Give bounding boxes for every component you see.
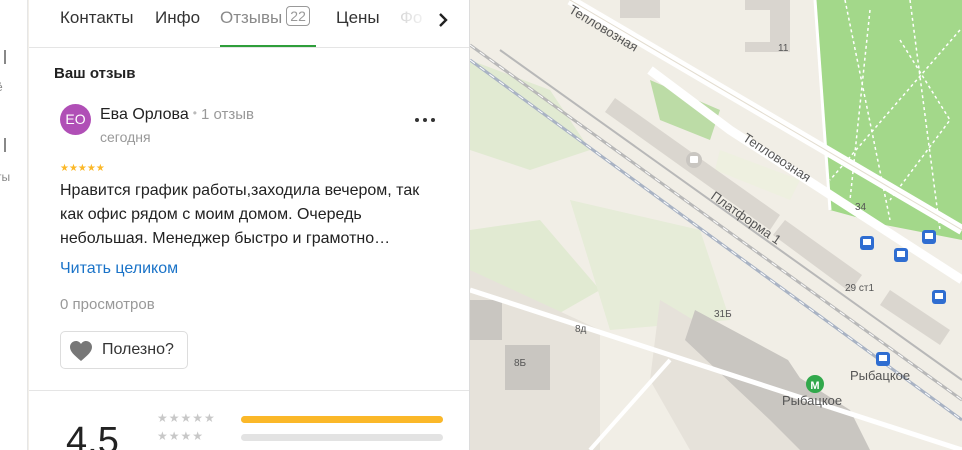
read-more-link[interactable]: Читать целиком — [60, 260, 178, 278]
distribution-stars: ★★★★ — [157, 429, 205, 443]
review-stars: ★★★★★ — [60, 163, 105, 174]
house-number: 8д — [575, 324, 587, 335]
dot — [431, 118, 435, 122]
heart-icon — [70, 341, 92, 361]
tab-bar: Контакты Инфо Отзывы22 Цены Фо — [29, 0, 469, 48]
building — [620, 0, 660, 18]
reviews-count-badge: 22 — [286, 6, 310, 26]
review-date: сегодня — [100, 129, 151, 145]
tab-info[interactable]: Инфо — [155, 0, 201, 47]
views-count: 0 просмотров — [60, 296, 155, 313]
review-author: Ева Орлова • 1 отзыв — [100, 106, 254, 124]
distribution-bar — [241, 434, 443, 441]
metro-letter: М — [810, 380, 819, 392]
rail-bar — [4, 50, 6, 64]
rating-distribution-row: ★★★★ — [157, 429, 447, 444]
review-text: Нравится график работы,заходила вечером,… — [60, 182, 420, 247]
rating-distribution-row: ★★★★★ — [157, 411, 447, 426]
average-rating: 4.5 — [66, 420, 119, 450]
useful-label: Полезно? — [102, 341, 174, 358]
tab-label: Инфо — [155, 8, 201, 27]
distribution-bar — [241, 416, 443, 423]
distribution-fill — [241, 416, 443, 423]
dot — [415, 118, 419, 122]
dot — [423, 118, 427, 122]
station-label: Рыбацкое — [782, 393, 842, 408]
bus-stop-icon[interactable] — [894, 248, 908, 262]
bus-stop-icon[interactable] — [860, 236, 874, 250]
your-review-title: Ваш отзыв — [54, 65, 136, 82]
building — [470, 300, 502, 340]
bus-stop-icon[interactable] — [922, 230, 936, 244]
house-number: 11 — [778, 43, 789, 54]
author-name[interactable]: Ева Орлова — [100, 106, 189, 123]
organization-panel: Контакты Инфо Отзывы22 Цены Фо Ваш отзыв… — [29, 0, 470, 450]
tab-reviews[interactable]: Отзывы 22 — [220, 0, 316, 47]
house-number: 8Б — [514, 358, 527, 369]
chevron-right-icon[interactable] — [433, 10, 453, 30]
house-number: 29 ст1 — [845, 283, 874, 294]
tab-label: Контакты — [60, 8, 134, 27]
separator-dot: • — [192, 106, 197, 120]
avatar[interactable]: ЕО — [60, 104, 91, 135]
rail-text-fragment: ё — [0, 80, 3, 94]
building — [505, 345, 550, 390]
left-rail: ё ты — [0, 0, 28, 450]
tab-contacts[interactable]: Контакты — [60, 0, 134, 47]
tab-prices[interactable]: Цены — [336, 0, 380, 47]
bus-stop-icon[interactable] — [932, 290, 946, 304]
map[interactable]: М Тепловозная Тепловозная Платформа 1 Ры… — [470, 0, 962, 450]
house-number: 31Б — [714, 309, 732, 320]
more-options-button[interactable] — [413, 112, 437, 128]
rail-text-fragment: ты — [0, 170, 11, 184]
stop-label: Рыбацкое — [850, 368, 910, 383]
rail-bar — [4, 138, 6, 152]
tab-label: Отзывы — [220, 8, 283, 27]
useful-button[interactable]: Полезно? — [60, 331, 188, 369]
distribution-stars: ★★★★★ — [157, 411, 216, 425]
bus-stop-icon[interactable] — [876, 352, 890, 366]
author-review-count: 1 отзыв — [200, 106, 254, 123]
tab-label: Цены — [336, 8, 380, 27]
map-canvas[interactable]: М Тепловозная Тепловозная Платформа 1 Ры… — [470, 0, 962, 450]
divider — [29, 390, 469, 391]
active-tab-indicator — [220, 45, 316, 47]
tabs-fade — [389, 0, 469, 47]
house-number: 34 — [855, 202, 867, 213]
